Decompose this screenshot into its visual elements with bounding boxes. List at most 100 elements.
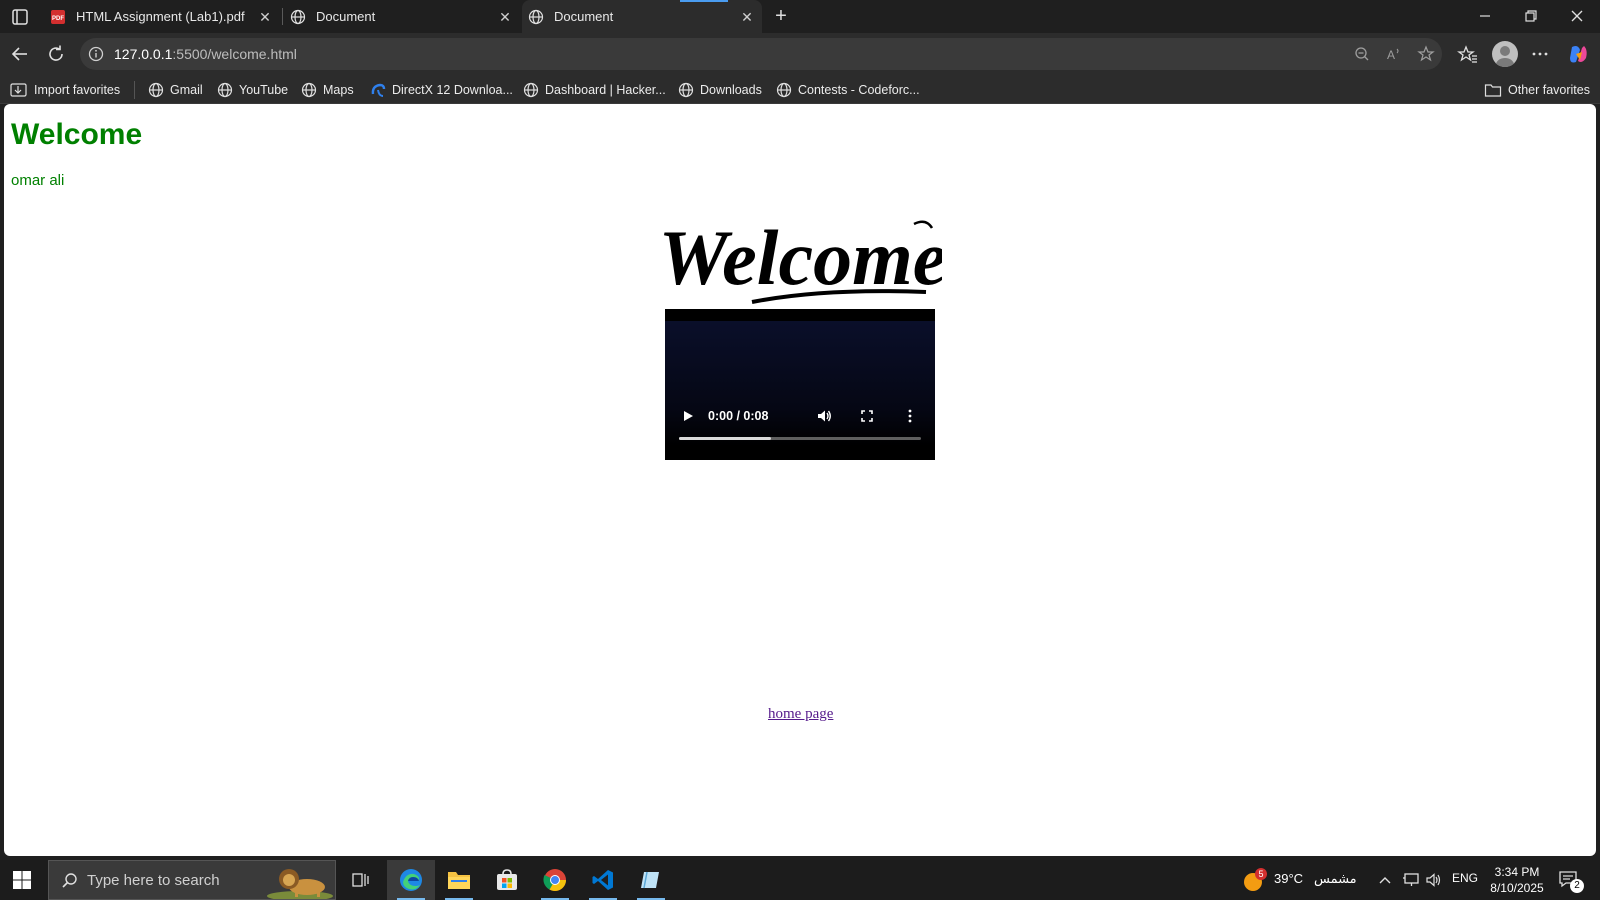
- read-aloud-icon[interactable]: A: [1384, 44, 1404, 64]
- active-tab-indicator: [680, 0, 728, 2]
- video-time: 0:00 / 0:08: [708, 409, 769, 423]
- lion-illustration-icon: [267, 869, 333, 899]
- chevron-up-icon[interactable]: [1378, 874, 1392, 886]
- video-buffered-bar: [679, 437, 771, 440]
- zoom-icon[interactable]: [1352, 44, 1372, 64]
- video-player[interactable]: 0:00 / 0:08: [665, 309, 935, 460]
- close-icon[interactable]: ✕: [258, 10, 272, 24]
- browser-window: PDF HTML Assignment (Lab1).pdf ✕ Documen…: [0, 0, 1600, 900]
- language-indicator[interactable]: ENG: [1452, 871, 1478, 885]
- bookmark-label: Gmail: [170, 83, 203, 97]
- site-info-icon[interactable]: [86, 44, 106, 64]
- network-icon[interactable]: [1402, 872, 1420, 888]
- bookmark-youtube[interactable]: YouTube: [217, 80, 288, 100]
- close-icon[interactable]: ✕: [498, 10, 512, 24]
- globe-icon: [523, 82, 539, 98]
- edge-icon: [400, 869, 422, 891]
- address-toolbar: 127.0.0.1:5500/welcome.html A: [0, 33, 1600, 75]
- video-progress-track[interactable]: [679, 437, 921, 440]
- star-icon[interactable]: [1416, 44, 1436, 64]
- welcome-image: Welcome: [664, 214, 942, 304]
- directx-icon: [371, 83, 386, 97]
- back-icon[interactable]: [8, 42, 32, 66]
- url-text: 127.0.0.1:5500/welcome.html: [114, 46, 297, 62]
- user-icon: [1496, 46, 1514, 67]
- clock-time: 3:34 PM: [1494, 865, 1540, 879]
- video-frame: [665, 321, 935, 446]
- fullscreen-icon[interactable]: [859, 408, 875, 424]
- search-icon: [62, 873, 77, 888]
- bookmark-gmail[interactable]: Gmail: [148, 80, 203, 100]
- bookmark-import-favorites[interactable]: Import favorites: [10, 80, 120, 100]
- page-title: Welcome: [11, 118, 143, 151]
- globe-icon: [678, 82, 694, 98]
- store-icon: [497, 869, 517, 890]
- folder-icon: [448, 872, 470, 889]
- bookmark-directx[interactable]: DirectX 12 Downloa...: [370, 80, 513, 100]
- taskbar: Type here to search 5 39°C مشمس ENG 3:34…: [0, 860, 1600, 900]
- chrome-icon: [543, 869, 566, 891]
- restore-icon[interactable]: [1519, 4, 1543, 28]
- taskbar-edge[interactable]: [387, 860, 435, 900]
- notification-badge: 2: [1570, 879, 1584, 893]
- notes-icon: [641, 871, 659, 889]
- tab-label: Document: [316, 9, 376, 24]
- copilot-icon[interactable]: [1566, 42, 1590, 66]
- clock[interactable]: 3:34 PM 8/10/2025: [1482, 864, 1552, 896]
- page-viewport: Welcome omar ali Welcome 0:00 / 0:08 hom…: [4, 104, 1596, 856]
- tab-document-1[interactable]: Document ✕: [284, 0, 520, 33]
- taskbar-chrome[interactable]: [531, 860, 579, 900]
- globe-icon: [528, 9, 544, 24]
- task-view-icon: [352, 873, 369, 887]
- tab-label: Document: [554, 9, 614, 24]
- profile-avatar[interactable]: [1492, 41, 1518, 67]
- more-menu-icon[interactable]: [1528, 42, 1552, 66]
- close-icon[interactable]: ✕: [740, 10, 754, 24]
- bookmark-label: Downloads: [700, 83, 762, 97]
- bookmark-other-favorites[interactable]: Other favorites: [1484, 80, 1590, 100]
- address-bar[interactable]: 127.0.0.1:5500/welcome.html A: [80, 38, 1442, 70]
- tab-actions-icon[interactable]: [10, 7, 30, 27]
- clock-date: 8/10/2025: [1490, 881, 1544, 895]
- windows-start-icon[interactable]: [12, 870, 32, 890]
- close-window-icon[interactable]: [1565, 4, 1589, 28]
- tab-separator: [282, 8, 283, 25]
- minimize-icon[interactable]: [1473, 4, 1497, 28]
- bookmark-downloads[interactable]: Downloads: [678, 80, 762, 100]
- bookmark-label: Contests - Codeforc...: [798, 83, 920, 97]
- task-view-button[interactable]: [336, 860, 384, 900]
- svg-text:PDF: PDF: [52, 16, 64, 22]
- pdf-icon: PDF: [51, 9, 65, 24]
- bookmarks-bar: Import favorites Gmail YouTube Maps Dire…: [0, 75, 1600, 104]
- bookmark-codeforces[interactable]: Contests - Codeforc...: [776, 80, 920, 100]
- bookmark-hackerrank[interactable]: Dashboard | Hacker...: [523, 80, 666, 100]
- speaker-icon[interactable]: [1425, 872, 1443, 888]
- globe-icon: [148, 82, 164, 98]
- volume-icon[interactable]: [816, 408, 832, 424]
- more-options-icon[interactable]: [902, 408, 918, 424]
- tab-pdf[interactable]: PDF HTML Assignment (Lab1).pdf ✕: [44, 0, 280, 33]
- new-tab-button[interactable]: +: [770, 5, 792, 27]
- tab-document-2[interactable]: Document ✕: [522, 0, 762, 33]
- taskbar-vscode[interactable]: [579, 860, 627, 900]
- taskbar-search-box[interactable]: Type here to search: [48, 860, 336, 900]
- svg-text:A: A: [1387, 48, 1395, 62]
- home-page-link[interactable]: home page: [768, 706, 833, 723]
- taskbar-file-explorer[interactable]: [435, 860, 483, 900]
- weather-widget[interactable]: 5 39°C مشمس: [1242, 860, 1360, 900]
- globe-icon: [776, 82, 792, 98]
- bookmark-label: Import favorites: [34, 83, 121, 97]
- bookmark-separator: [134, 81, 135, 99]
- play-icon[interactable]: [681, 409, 695, 423]
- globe-icon: [290, 9, 306, 24]
- weather-badge: 5: [1255, 868, 1267, 880]
- favorites-icon[interactable]: [1456, 42, 1480, 66]
- refresh-icon[interactable]: [44, 42, 68, 66]
- taskbar-notes-app[interactable]: [627, 860, 675, 900]
- globe-icon: [217, 82, 233, 98]
- tab-strip: PDF HTML Assignment (Lab1).pdf ✕ Documen…: [0, 0, 1600, 33]
- taskbar-store[interactable]: [483, 860, 531, 900]
- notification-center-button[interactable]: 2: [1558, 870, 1584, 893]
- bookmark-maps[interactable]: Maps: [301, 80, 354, 100]
- tab-label: HTML Assignment (Lab1).pdf: [76, 9, 245, 24]
